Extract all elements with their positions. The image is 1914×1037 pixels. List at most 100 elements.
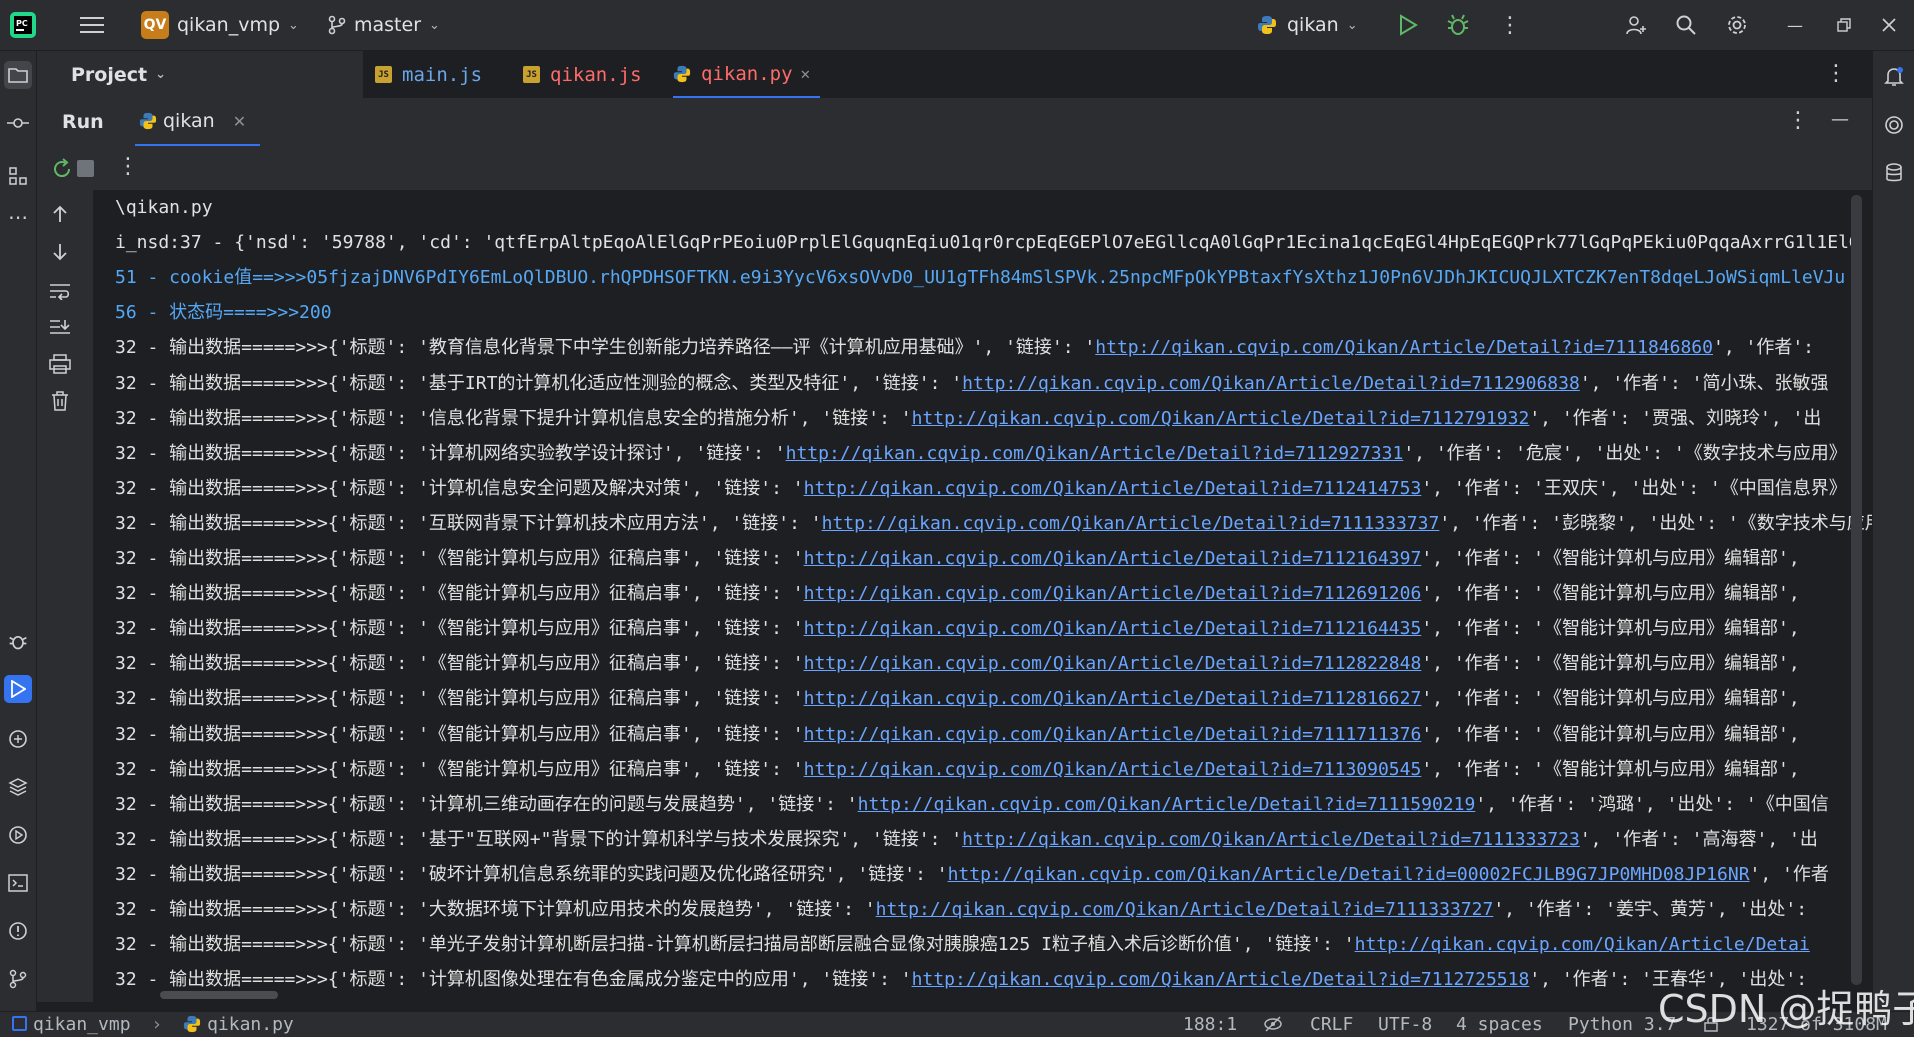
services-icon[interactable] [4, 821, 32, 849]
database-icon[interactable] [1880, 159, 1908, 187]
close-tab-icon[interactable]: ✕ [233, 112, 246, 131]
project-switcher[interactable]: QV qikan_vmp ⌄ [141, 0, 299, 50]
article-link[interactable]: http://qikan.cqvip.com/Qikan/Article/Det… [912, 969, 1530, 990]
console-line: 32 - 输出数据=====>>>{'标题': '《智能计算机与应用》征稿启事'… [115, 646, 1800, 681]
python-packages-icon[interactable] [4, 773, 32, 801]
stop-icon[interactable] [77, 160, 94, 177]
article-link[interactable]: http://qikan.cqvip.com/Qikan/Article/Det… [786, 443, 1404, 464]
structure-icon[interactable] [4, 162, 32, 190]
eye-off-icon[interactable] [1263, 1012, 1283, 1037]
console-output[interactable]: \qikan.py i_nsd:37 - {'nsd': '59788', 'cd… [93, 190, 1872, 1002]
notifications-icon[interactable] [1880, 63, 1908, 91]
console-line: 32 - 输出数据=====>>>{'标题': '《智能计算机与应用》征稿启事'… [115, 611, 1800, 646]
debug-tool-icon[interactable] [4, 627, 32, 655]
git-icon[interactable] [4, 965, 32, 993]
caret-position[interactable]: 188:1 [1183, 1012, 1237, 1037]
app-logo[interactable]: PC [10, 0, 36, 50]
arrow-up-icon[interactable] [51, 204, 69, 228]
article-link[interactable]: http://qikan.cqvip.com/Qikan/Article/Det… [804, 759, 1422, 780]
tab-qikan-js[interactable]: JS qikan.js [523, 51, 642, 98]
console-line: 32 - 输出数据=====>>>{'标题': '《智能计算机与应用》征稿启事'… [115, 576, 1800, 611]
line-ending[interactable]: CRLF [1310, 1012, 1353, 1037]
js-file-icon: JS [523, 66, 540, 83]
breadcrumb-project: qikan_vmp [33, 1014, 131, 1035]
svg-text:PC: PC [16, 19, 28, 28]
run-tab-qikan[interactable]: qikan ✕ [135, 98, 261, 148]
article-link[interactable]: http://qikan.cqvip.com/Qikan/Article/Det… [804, 548, 1422, 569]
log-text: 32 - 输出数据=====>>>{'标题': '教育信息化背景下中学生创新能力… [115, 337, 1096, 359]
scroll-to-end-icon[interactable] [49, 318, 71, 340]
log-text: 56 - 状态码====>>>200 [115, 302, 332, 324]
restore-icon[interactable] [1829, 10, 1859, 40]
close-icon[interactable] [1874, 10, 1904, 40]
article-link[interactable]: http://qikan.cqvip.com/Qikan/Article/Det… [1355, 934, 1810, 955]
console-line: 32 - 输出数据=====>>>{'标题': '大数据环境下计算机应用技术的发… [115, 892, 1807, 927]
soft-wrap-icon[interactable] [49, 282, 71, 304]
log-text: 32 - 输出数据=====>>>{'标题': '计算机三维动画存在的问题与发展… [115, 793, 858, 815]
article-link[interactable]: http://qikan.cqvip.com/Qikan/Article/Det… [804, 618, 1422, 639]
hide-panel-icon[interactable]: — [1831, 109, 1849, 130]
tab-main-js[interactable]: JS main.js [375, 51, 482, 98]
search-icon[interactable] [1671, 10, 1701, 40]
article-link[interactable]: http://qikan.cqvip.com/Qikan/Article/Det… [962, 829, 1580, 850]
article-link[interactable]: http://qikan.cqvip.com/Qikan/Article/Det… [1095, 337, 1713, 358]
folder-icon[interactable] [4, 61, 32, 89]
project-view-selector[interactable]: Project ⌄ [71, 51, 166, 98]
article-link[interactable]: http://qikan.cqvip.com/Qikan/Article/Det… [804, 724, 1422, 745]
rerun-icon[interactable] [51, 158, 73, 184]
terminal-icon[interactable] [4, 869, 32, 897]
arrow-down-icon[interactable] [51, 242, 69, 266]
problems-icon[interactable] [4, 917, 32, 945]
commit-icon[interactable] [4, 109, 32, 137]
tabs-more-icon[interactable]: ⋮ [1825, 61, 1847, 86]
article-link[interactable]: http://qikan.cqvip.com/Qikan/Article/Det… [804, 688, 1422, 709]
article-link[interactable]: http://qikan.cqvip.com/Qikan/Article/Det… [804, 653, 1422, 674]
article-link[interactable]: http://qikan.cqvip.com/Qikan/Article/Det… [804, 478, 1422, 499]
debug-icon[interactable] [1443, 10, 1473, 40]
toolbar-more-icon[interactable]: ⋮ [117, 154, 139, 179]
log-text: ', '作者': '姜宇、黄芳', '出处': [1493, 899, 1808, 920]
article-link[interactable]: http://qikan.cqvip.com/Qikan/Article/Det… [876, 899, 1494, 920]
article-link[interactable]: http://qikan.cqvip.com/Qikan/Article/Det… [804, 583, 1422, 604]
chevron-down-icon: ⌄ [1346, 17, 1358, 33]
more-tools-icon[interactable]: ⋯ [4, 203, 32, 231]
main-menu-icon[interactable] [80, 0, 104, 50]
trash-icon[interactable] [50, 390, 70, 416]
console-line: 32 - 输出数据=====>>>{'标题': '《智能计算机与应用》征稿启事'… [115, 717, 1800, 752]
left-tool-strip: ⋯ [0, 51, 37, 1011]
article-link[interactable]: http://qikan.cqvip.com/Qikan/Article/Det… [822, 513, 1440, 534]
log-text: 32 - 输出数据=====>>>{'标题': '《智能计算机与应用》征稿启事'… [115, 548, 804, 569]
run-config-name: qikan [1287, 14, 1339, 36]
breadcrumb-file: qikan.py [207, 1014, 294, 1035]
article-link[interactable]: http://qikan.cqvip.com/Qikan/Article/Det… [948, 864, 1750, 885]
ai-assistant-icon[interactable] [1880, 111, 1908, 139]
breadcrumb[interactable]: qikan_vmp › qikan.py [12, 1012, 294, 1037]
file-encoding[interactable]: UTF-8 [1378, 1012, 1432, 1037]
vertical-scrollbar[interactable] [1851, 195, 1862, 985]
article-link[interactable]: http://qikan.cqvip.com/Qikan/Article/Det… [858, 794, 1476, 815]
run-icon[interactable] [1393, 10, 1423, 40]
more-actions-icon[interactable]: ⋮ [1495, 10, 1525, 40]
python-console-icon[interactable] [4, 725, 32, 753]
run-options-icon[interactable]: ⋮ [1787, 108, 1809, 133]
indent-setting[interactable]: 4 spaces [1456, 1012, 1543, 1037]
branch-switcher[interactable]: master ⌄ [328, 0, 440, 50]
console-line: 32 - 输出数据=====>>>{'标题': '计算机图像处理在有色金属成分鉴… [115, 962, 1807, 997]
article-link[interactable]: http://qikan.cqvip.com/Qikan/Article/Det… [912, 408, 1530, 429]
article-link[interactable]: http://qikan.cqvip.com/Qikan/Article/Det… [962, 373, 1580, 394]
log-text: 32 - 输出数据=====>>>{'标题': '《智能计算机与应用》征稿启事'… [115, 723, 804, 745]
tab-label: main.js [402, 63, 483, 86]
console-line: 32 - 输出数据=====>>>{'标题': '教育信息化背景下中学生创新能力… [115, 330, 1814, 365]
add-user-icon[interactable] [1621, 10, 1651, 40]
print-icon[interactable] [49, 354, 71, 378]
close-tab-icon[interactable]: ✕ [801, 64, 811, 83]
horizontal-scrollbar[interactable] [160, 991, 278, 999]
console-line: \qikan.py [115, 190, 213, 225]
tab-qikan-py[interactable]: qikan.py ✕ [673, 51, 821, 98]
log-text: ', '作者': '彭晓黎', '出处': '《数字技术与应用》 [1439, 512, 1872, 534]
gear-icon[interactable] [1722, 10, 1752, 40]
log-text: ', '作者': [1713, 337, 1815, 359]
minimize-icon[interactable]: — [1780, 10, 1810, 40]
run-config-selector[interactable]: qikan ⌄ [1257, 0, 1358, 50]
run-tool-icon[interactable] [4, 675, 32, 703]
